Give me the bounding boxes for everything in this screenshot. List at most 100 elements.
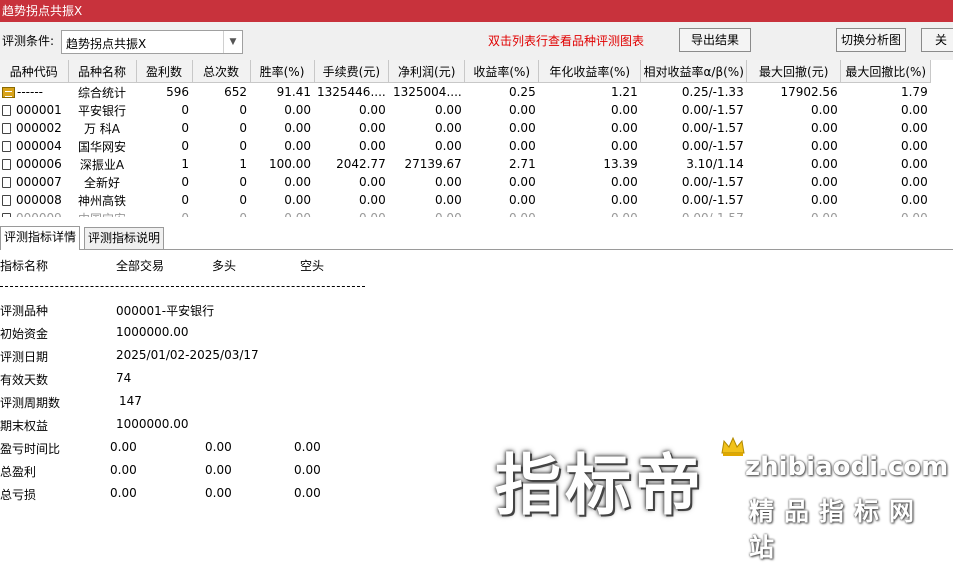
- cell-value: 0: [181, 175, 189, 189]
- cell-code-text: 000001: [16, 103, 62, 117]
- table-row[interactable]: 000006 深振业A 1 1 100.00 2042.77 27139.67 2.71 13.…: [0, 155, 931, 173]
- cell-value: 0: [192, 209, 250, 217]
- detail-row-value: 000001-平安银行: [116, 304, 215, 318]
- chevron-down-icon[interactable]: ▼: [223, 31, 242, 53]
- cell-code: 000001: [0, 101, 68, 119]
- table-row[interactable]: ------ 综合统计 596 652 91.41 1325446.... 1325004.…: [0, 83, 931, 102]
- toolbar: 评测条件: 趋势拐点共振X ▼ 双击列表行查看品种评测图表 导出结果 切换分析图…: [0, 22, 953, 60]
- column-header[interactable]: 盈利数: [136, 60, 193, 83]
- cell-value: 0: [239, 175, 247, 189]
- cell-value: 0.00: [314, 209, 389, 217]
- cell-code: 000004: [0, 137, 68, 155]
- divider: [0, 286, 365, 287]
- cell-value: 0.00: [508, 139, 536, 153]
- detail-row-value: 0.00: [294, 486, 321, 500]
- cell-value: 0: [239, 193, 247, 207]
- cell-value: 0.00: [389, 209, 465, 217]
- cell-value: 0.00: [900, 103, 928, 117]
- tab-indicator-details[interactable]: 评测指标详情: [0, 226, 81, 250]
- cell-value: 1: [181, 157, 189, 171]
- results-table: 品种代码 品种名称 盈利数 总次数 胜率(%) 手续费(元) 净利润(元) 收益率(%) 年化收…: [0, 60, 953, 217]
- switch-chart-button[interactable]: 切换分析图: [836, 28, 906, 52]
- table-row[interactable]: 000008 神州高铁 0 0 0.00 0.00 0.00 0.00 0.00 0.00/-1.…: [0, 191, 931, 209]
- detail-row-label: 评测品种: [0, 304, 49, 318]
- cell-value: 0: [181, 103, 189, 117]
- detail-header-name: 指标名称: [0, 259, 49, 273]
- watermark-slogan: 精品指标网站: [749, 497, 925, 562]
- column-header[interactable]: 收益率(%): [464, 60, 540, 83]
- cell-code: 000007: [0, 173, 68, 191]
- detail-row-value: 1000000.00: [116, 325, 189, 339]
- cell-value: 0.00: [610, 121, 638, 135]
- cell-code-text: 000004: [16, 139, 62, 153]
- detail-row-label: 评测日期: [0, 350, 49, 364]
- cell-code: 000002: [0, 119, 68, 137]
- column-header[interactable]: 相对收益率α/β(%): [640, 60, 748, 83]
- double-click-hint: 双击列表行查看品种评测图表: [488, 34, 645, 48]
- column-header[interactable]: 手续费(元): [314, 60, 390, 83]
- cell-value: 0.00/-1.57: [641, 209, 747, 217]
- detail-row-value: 0.00: [205, 486, 232, 500]
- table-header: 品种代码 品种名称 盈利数 总次数 胜率(%) 手续费(元) 净利润(元) 收益率(%) 年化收…: [0, 60, 932, 83]
- cell-value: 0.00/-1.57: [681, 103, 744, 117]
- table-row[interactable]: 000004 国华网安 0 0 0.00 0.00 0.00 0.00 0.00 0.00/-1.…: [0, 137, 931, 155]
- cell-value: 0.00: [900, 157, 928, 171]
- cell-value: 0.00: [841, 209, 931, 217]
- column-header[interactable]: 品种名称: [68, 60, 137, 83]
- watermark-brand: 指标帝: [495, 447, 705, 524]
- cell-value: 0.00: [284, 193, 311, 207]
- cell-value: 0.00: [358, 139, 386, 153]
- cell-code-text: ------: [17, 85, 43, 99]
- column-header[interactable]: 总次数: [192, 60, 251, 83]
- cell-value: 0.00: [358, 103, 386, 117]
- detail-header-all: 全部交易: [116, 259, 165, 273]
- column-header[interactable]: 净利润(元): [388, 60, 466, 83]
- column-header[interactable]: 胜率(%): [250, 60, 315, 83]
- cell-value: 0.00: [610, 103, 638, 117]
- detail-row-value: 0.00: [294, 440, 321, 454]
- cell-code: 000009: [0, 209, 68, 217]
- cell-value: 0.25: [508, 85, 536, 99]
- cell-value: 0.00: [508, 121, 536, 135]
- detail-header-short: 空头: [300, 259, 325, 273]
- column-header[interactable]: 年化收益率(%): [538, 60, 642, 83]
- cell-value: 0.00: [508, 193, 536, 207]
- cell-value: 0: [239, 139, 247, 153]
- tab-indicator-description[interactable]: 评测指标说明: [84, 227, 165, 249]
- table-row[interactable]: 000007 全新好 0 0 0.00 0.00 0.00 0.00 0.00 0.00/-1.5…: [0, 173, 931, 191]
- detail-row-label: 初始资金: [0, 327, 49, 341]
- cell-value: 0.00: [900, 175, 928, 189]
- close-button[interactable]: 关: [921, 28, 953, 52]
- crown-icon: [721, 436, 745, 456]
- cell-value: 0.00: [508, 103, 536, 117]
- document-icon: [2, 141, 11, 152]
- cell-value: 0.00: [358, 121, 386, 135]
- detail-row-value: 0.00: [110, 486, 137, 500]
- column-header[interactable]: 品种代码: [0, 60, 69, 83]
- cell-value: 0.00: [810, 121, 838, 135]
- cell-value: 0.00: [900, 121, 928, 135]
- table-row[interactable]: 000002 万 科A 0 0 0.00 0.00 0.00 0.00 0.00 0.00/-1.…: [0, 119, 931, 137]
- cell-name: 全新好: [83, 175, 120, 190]
- cell-code-text: 000007: [16, 175, 62, 189]
- cell-value: 2.71: [508, 157, 536, 171]
- table-row[interactable]: 000001 平安银行 0 0 0.00 0.00 0.00 0.00 0.00 0.00/-1.…: [0, 101, 931, 119]
- condition-select[interactable]: 趋势拐点共振X ▼: [61, 30, 243, 54]
- cell-value: 0.00: [508, 175, 536, 189]
- condition-value: 趋势拐点共振X: [66, 37, 147, 51]
- cell-value: 0.00: [358, 175, 386, 189]
- detail-row-value: 74: [116, 371, 132, 385]
- export-button[interactable]: 导出结果: [679, 28, 751, 52]
- cell-value: 0.00: [434, 121, 462, 135]
- column-header[interactable]: 最大回撤(元): [746, 60, 842, 83]
- table-row[interactable]: 000009中国宝安000.000.000.000.000.000.00/-1.…: [0, 209, 931, 217]
- cell-value: 1.21: [610, 85, 638, 99]
- cell-name: 中国宝安: [68, 209, 136, 218]
- cell-code: ------: [0, 83, 68, 102]
- cell-value: 0.00: [900, 193, 928, 207]
- cell-value: 1325004....: [393, 85, 462, 99]
- cell-value: 0.00: [610, 193, 638, 207]
- cell-code-text: 000006: [16, 157, 62, 171]
- column-header[interactable]: 最大回撤比(%): [840, 60, 932, 83]
- cell-value: 0: [239, 121, 247, 135]
